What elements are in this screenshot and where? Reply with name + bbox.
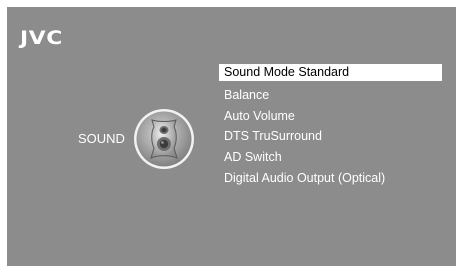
speaker-icon [133, 108, 195, 170]
menu-item-ad-switch[interactable]: AD Switch [219, 147, 442, 168]
jvc-logo: JVC [20, 27, 63, 49]
menu-item-sound-mode[interactable]: Sound Mode Standard [219, 64, 442, 81]
sound-menu: Sound Mode Standard Balance Auto Volume … [219, 64, 442, 189]
section-label: SOUND [78, 131, 125, 146]
menu-item-auto-volume[interactable]: Auto Volume [219, 106, 442, 127]
menu-item-dts-trusurround[interactable]: DTS TruSurround [219, 126, 442, 147]
menu-item-balance[interactable]: Balance [219, 85, 442, 106]
tv-menu-screen: JVC SOUND Sound Mode Standard Balance Au… [7, 7, 456, 266]
menu-item-digital-audio-output[interactable]: Digital Audio Output (Optical) [219, 168, 442, 189]
